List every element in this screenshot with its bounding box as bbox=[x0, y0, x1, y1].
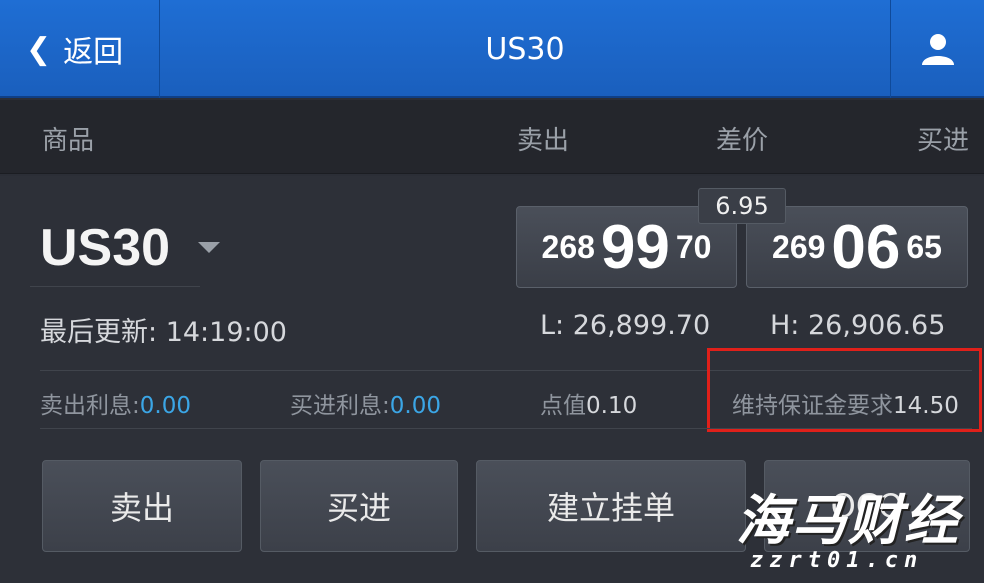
buy-interest-label: 买进利息: bbox=[290, 393, 390, 419]
buy-price-suffix: 65 bbox=[906, 228, 942, 265]
sell-button[interactable]: 卖出 bbox=[42, 460, 242, 552]
last-update-label: 最后更新: bbox=[40, 317, 158, 348]
top-bar: ❮ 返回 US30 bbox=[0, 0, 984, 98]
high-price: H: 26,906.65 bbox=[770, 310, 945, 341]
header-buy: 买进 bbox=[917, 126, 970, 156]
sell-interest-value: 0.00 bbox=[139, 393, 191, 419]
last-update: 最后更新: 14:19:00 bbox=[40, 310, 287, 349]
point-value-number: 0.10 bbox=[586, 393, 638, 419]
sell-price-suffix: 70 bbox=[675, 228, 712, 265]
sell-price-main: 99 bbox=[600, 212, 670, 282]
symbol-underline bbox=[30, 286, 200, 287]
point-value-label: 点值 bbox=[540, 393, 586, 419]
last-update-time: 14:19:00 bbox=[165, 317, 287, 348]
header-product: 商品 bbox=[42, 126, 95, 156]
low-value: 26,899.70 bbox=[572, 310, 711, 341]
user-icon bbox=[921, 34, 954, 65]
back-button[interactable]: ❮ 返回 bbox=[0, 0, 160, 98]
sell-price-prefix: 268 bbox=[541, 228, 595, 265]
spread-badge: 6.95 bbox=[698, 188, 786, 224]
header-sell: 卖出 bbox=[517, 126, 570, 156]
oco-button[interactable]: OCO bbox=[764, 460, 970, 552]
high-label: H: bbox=[770, 310, 800, 341]
high-value: 26,906.65 bbox=[808, 310, 946, 341]
caret-down-icon[interactable] bbox=[198, 242, 220, 253]
chevron-left-icon: ❮ bbox=[26, 31, 52, 67]
sell-interest-label: 卖出利息: bbox=[40, 393, 140, 419]
low-price: L: 26,899.70 bbox=[540, 310, 710, 341]
page-title: US30 bbox=[485, 31, 565, 67]
pending-order-button[interactable]: 建立挂单 bbox=[476, 460, 746, 552]
buy-price-prefix: 269 bbox=[772, 228, 826, 265]
low-label: L: bbox=[540, 310, 565, 341]
instrument-panel: US30 268 99 70 269 06 65 6.95 最后更新: 14:1… bbox=[0, 176, 984, 583]
buy-button[interactable]: 买进 bbox=[260, 460, 458, 552]
margin-highlight-box bbox=[707, 348, 982, 432]
buy-price-main: 06 bbox=[831, 212, 901, 282]
column-header-row: 商品 卖出 差价 买进 bbox=[0, 100, 984, 174]
divider bbox=[40, 428, 972, 429]
header-spread: 差价 bbox=[716, 126, 769, 156]
buy-interest: 买进利息:0.00 bbox=[290, 386, 441, 420]
symbol-selector[interactable]: US30 bbox=[40, 218, 170, 278]
back-label: 返回 bbox=[63, 35, 124, 70]
point-value: 点值0.10 bbox=[540, 386, 637, 420]
user-button[interactable] bbox=[890, 0, 984, 98]
buy-interest-value: 0.00 bbox=[389, 393, 441, 419]
sell-interest: 卖出利息:0.00 bbox=[40, 386, 191, 420]
